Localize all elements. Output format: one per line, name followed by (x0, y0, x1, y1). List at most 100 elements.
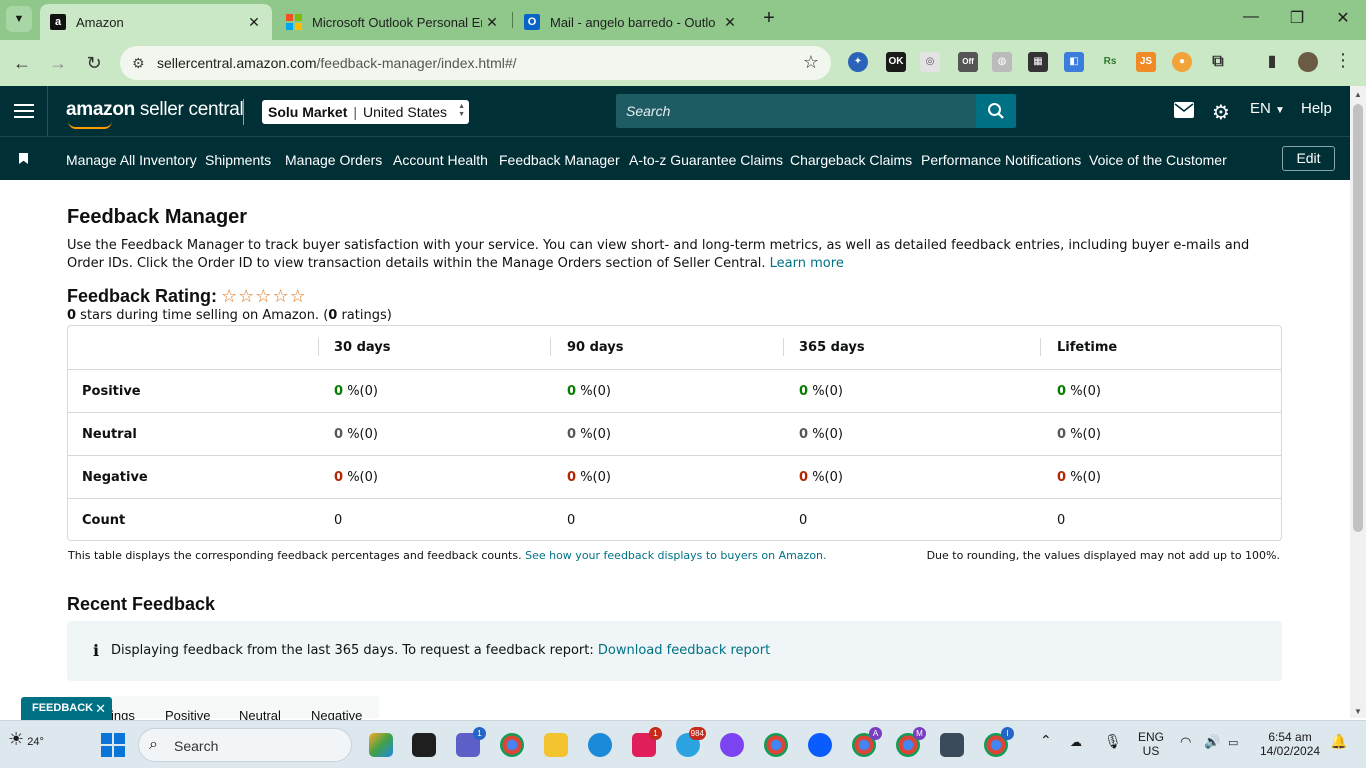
close-tab-icon[interactable]: ✕ (244, 14, 264, 31)
tab-microsoft-outlook[interactable]: Microsoft Outlook Personal Em ✕ (276, 4, 510, 40)
edge-icon[interactable] (588, 733, 612, 757)
row-label: Neutral (82, 427, 137, 442)
nav-chargeback-claims[interactable]: Chargeback Claims (790, 152, 912, 168)
table-cell: 0 %(0) (334, 384, 378, 399)
nav-manage-all-inventory[interactable]: Manage All Inventory (66, 152, 197, 168)
nav-feedback-manager[interactable]: Feedback Manager (499, 152, 620, 168)
amazon-seller-central-logo[interactable]: amazon seller central (66, 99, 244, 129)
qr-extension-icon[interactable]: ▦ (1028, 52, 1048, 72)
forward-arrow-icon[interactable]: → (45, 50, 71, 76)
battery-icon[interactable]: ▭ (1228, 736, 1238, 750)
download-feedback-report-link[interactable]: Download feedback report (598, 643, 770, 658)
scrollbar-thumb[interactable] (1353, 104, 1363, 532)
feedback-display-link[interactable]: See how your feedback displays to buyers… (525, 549, 826, 562)
learn-more-link[interactable]: Learn more (770, 256, 844, 271)
slack-icon[interactable]: 1 (632, 727, 662, 757)
clock[interactable]: 6:54 am 14/02/2024 (1260, 730, 1320, 758)
scroll-down-arrow-icon[interactable]: ▼ (1354, 707, 1362, 716)
chrome-profile-icon[interactable] (764, 733, 788, 757)
url-text[interactable]: sellercentral.amazon.com/feedback-manage… (157, 55, 517, 71)
back-arrow-icon[interactable]: ← (9, 50, 35, 76)
table-cell: 0 %(0) (567, 427, 611, 442)
nav-account-health[interactable]: Account Health (393, 152, 488, 168)
site-info-icon[interactable]: ⚙ (132, 55, 145, 72)
notification-bell-icon[interactable]: 🔔 (1330, 734, 1347, 748)
extension-icon[interactable]: ✦ (848, 52, 868, 72)
microphone-icon[interactable]: 🎙 (1104, 734, 1122, 748)
recent-feedback-title: Recent Feedback (67, 594, 216, 614)
chrome-icon[interactable] (500, 733, 524, 757)
wifi-icon[interactable]: ◠ (1180, 735, 1191, 749)
off-extension-icon[interactable]: Off (958, 52, 978, 72)
table-cell: 0 (334, 513, 343, 528)
search-input[interactable] (616, 94, 976, 128)
tab-outlook-mail[interactable]: O Mail - angelo barredo - Outlo ✕ (514, 4, 748, 40)
nav-shipments[interactable]: Shipments (205, 152, 271, 168)
table-row-count: Count 0 0 0 0 (68, 498, 1281, 541)
tab-title: Amazon (76, 14, 124, 30)
copilot-icon[interactable] (369, 733, 393, 757)
task-view-icon[interactable] (412, 733, 436, 757)
language-indicator[interactable]: ENG US (1138, 730, 1164, 758)
nav-a-to-z-claims[interactable]: A-to-z Guarantee Claims (629, 152, 783, 168)
ok-extension-icon[interactable]: OK (886, 52, 906, 72)
extensions-puzzle-icon[interactable]: ⧉ (1208, 52, 1228, 72)
bookmark-star-icon[interactable]: ☆ (803, 52, 819, 73)
tray-overflow-chevron-icon[interactable]: ⌃ (1040, 733, 1052, 747)
scroll-up-arrow-icon[interactable]: ▲ (1354, 90, 1362, 99)
address-bar[interactable]: ⚙ sellercentral.amazon.com/feedback-mana… (120, 46, 831, 80)
nav-voice-of-the-customer[interactable]: Voice of the Customer (1089, 152, 1227, 168)
calculator-icon[interactable] (940, 733, 964, 757)
table-row-positive: Positive 0 %(0) 0 %(0) 0 %(0) 0 %(0) (68, 369, 1281, 412)
reload-icon[interactable]: ↻ (81, 50, 107, 76)
chrome-profile-icon[interactable]: A (852, 727, 882, 757)
close-tab-icon[interactable]: ✕ (482, 14, 502, 31)
close-tab-icon[interactable]: ✕ (720, 14, 740, 31)
file-explorer-icon[interactable] (544, 733, 568, 757)
taskbar-search-label: Search (174, 738, 219, 754)
page-scrollbar[interactable]: ▲ ▼ (1350, 86, 1366, 718)
browser-tab-strip: ▼ a Amazon ✕ Microsoft Outlook Personal … (0, 0, 1366, 40)
feedback-tab-button[interactable]: FEEDBACK ✕ (21, 697, 112, 720)
hamburger-menu-icon[interactable] (14, 100, 34, 122)
window-close-icon[interactable]: ✕ (1332, 8, 1354, 30)
chrome-profile-icon[interactable]: I (984, 727, 1014, 757)
nav-performance-notifications[interactable]: Performance Notifications (921, 152, 1081, 168)
language-selector[interactable]: EN ▼ (1250, 100, 1285, 117)
rs-extension-icon[interactable]: Rs (1100, 52, 1120, 72)
tab-amazon[interactable]: a Amazon ✕ (40, 4, 272, 40)
zoom-icon[interactable] (808, 733, 832, 757)
new-tab-plus-icon[interactable]: + (758, 8, 780, 30)
weather-widget[interactable]: ☀ 24° (8, 729, 44, 750)
help-link[interactable]: Help (1301, 100, 1332, 117)
settings-gear-icon[interactable]: ⚙ (1212, 100, 1230, 125)
tab-search-chevron-icon[interactable]: ▼ (6, 6, 32, 32)
volume-icon[interactable]: 🔊 (1204, 735, 1220, 749)
teams-icon[interactable]: 1 (456, 727, 486, 757)
profile-avatar[interactable] (1298, 52, 1318, 72)
seller-nav-bar: Manage All Inventory Shipments Manage Or… (0, 136, 1350, 180)
taskbar-search[interactable]: ⌕ Search (138, 728, 352, 762)
telegram-icon[interactable]: 984 (676, 727, 706, 757)
nav-manage-orders[interactable]: Manage Orders (285, 152, 382, 168)
extension-icon[interactable]: ◎ (920, 52, 940, 72)
select-arrows-icon: ▲ ▼ (458, 103, 466, 118)
bookmark-icon[interactable] (19, 153, 28, 164)
messenger-icon[interactable] (720, 733, 744, 757)
side-panel-icon[interactable]: ▮ (1262, 52, 1282, 72)
windows-start-icon[interactable] (101, 733, 125, 757)
extension-icon[interactable]: ◧ (1064, 52, 1084, 72)
edit-nav-button[interactable]: Edit (1282, 146, 1335, 171)
search-button[interactable] (976, 94, 1016, 128)
browser-menu-icon[interactable]: ⋮ (1334, 50, 1352, 71)
js-extension-icon[interactable]: JS (1136, 52, 1156, 72)
store-selector[interactable]: Solu Market | United States ▲ ▼ (262, 100, 470, 124)
mail-icon[interactable] (1174, 102, 1194, 122)
onedrive-icon[interactable]: ☁ (1070, 735, 1082, 749)
restore-icon[interactable]: ❐ (1286, 8, 1308, 30)
extension-icon[interactable]: ● (1172, 52, 1192, 72)
chrome-profile-icon[interactable]: M (896, 727, 926, 757)
globe-extension-icon[interactable]: ◍ (992, 52, 1012, 72)
minimize-icon[interactable]: — (1240, 8, 1262, 30)
close-icon[interactable]: ✕ (95, 697, 106, 720)
